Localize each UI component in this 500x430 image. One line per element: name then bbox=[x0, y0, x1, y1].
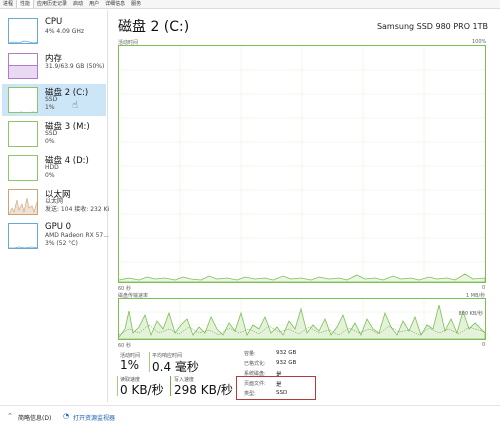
transfer-rate-graph-mid: 800 KB/秒 bbox=[458, 311, 483, 317]
sidebar-item-cpu[interactable]: CPU 4% 4.09 GHz bbox=[2, 15, 106, 47]
footer-bar: ⌃ 简略信息(D) ◔ 打开资源监视器 bbox=[0, 405, 500, 430]
avg-response-time-value: 0.4 毫秒 bbox=[152, 360, 199, 374]
tab-details[interactable]: 详细信息 bbox=[102, 0, 128, 8]
sidebar-item-throughput: 发送: 104 接收: 232 Ki bbox=[45, 206, 110, 213]
formatted-label: 已格式化: bbox=[244, 361, 266, 367]
ethernet-thumbnail-graph bbox=[8, 189, 38, 215]
tab-processes[interactable]: 进程 bbox=[0, 0, 16, 8]
transfer-rate-graph-duration: 60 秒 bbox=[118, 343, 131, 349]
sidebar-item-adapter: 以太网 bbox=[45, 198, 64, 205]
sidebar-item-model: AMD Radeon RX 57... bbox=[45, 232, 109, 239]
sidebar-item-disk-2[interactable]: 磁盘 2 (C:) SSD 1% ☝ bbox=[2, 84, 106, 116]
capacity-label: 容量: bbox=[244, 351, 256, 357]
sidebar-item-type: SSD bbox=[45, 96, 58, 103]
read-speed-value: 0 KB/秒 bbox=[120, 383, 164, 397]
sidebar-item-usage: 0% bbox=[45, 138, 55, 145]
sidebar-item-gpu-0[interactable]: GPU 0 AMD Radeon RX 57... 3% (52 °C) bbox=[2, 220, 109, 252]
highlight-annotation-box bbox=[236, 376, 316, 400]
sidebar-item-disk-4[interactable]: 磁盘 4 (D:) HDD 0% bbox=[2, 152, 106, 184]
sidebar-item-detail: 4% 4.09 GHz bbox=[45, 28, 85, 35]
open-resource-monitor-link[interactable]: 打开资源监视器 bbox=[73, 413, 115, 422]
disk-model-name: Samsung SSD 980 PRO 1TB bbox=[376, 22, 488, 31]
sidebar-item-type: HDD bbox=[45, 164, 59, 171]
sidebar-item-disk-3[interactable]: 磁盘 3 (M:) SSD 0% bbox=[2, 118, 106, 150]
memory-thumbnail-graph bbox=[8, 53, 38, 79]
transfer-rate-graph: 800 KB/秒 bbox=[118, 298, 486, 340]
sidebar-item-usage: 3% (52 °C) bbox=[45, 240, 78, 247]
sidebar-item-title: CPU bbox=[45, 17, 63, 27]
brief-info-button[interactable]: 简略信息(D) bbox=[18, 413, 51, 422]
active-time-graph-min: 0 bbox=[482, 285, 486, 291]
capacity-value: 932 GB bbox=[276, 350, 297, 356]
disk-thumbnail-graph bbox=[8, 121, 38, 147]
sidebar: CPU 4% 4.09 GHz 内存 31.9/63.9 GB (50%) 磁盘… bbox=[0, 10, 110, 402]
tab-app-history[interactable]: 应用历史记录 bbox=[34, 0, 70, 8]
sidebar-item-memory[interactable]: 内存 31.9/63.9 GB (50%) bbox=[2, 50, 106, 82]
active-time-graph-duration: 60 秒 bbox=[118, 286, 131, 292]
tab-startup[interactable]: 启动 bbox=[70, 0, 86, 8]
chevron-up-icon[interactable]: ⌃ bbox=[7, 412, 13, 420]
stat-divider bbox=[170, 376, 171, 396]
transfer-rate-graph-min: 0 bbox=[482, 342, 486, 348]
sidebar-item-type: SSD bbox=[45, 130, 58, 137]
stat-divider bbox=[117, 376, 118, 396]
tab-services[interactable]: 服务 bbox=[128, 0, 144, 8]
mouse-cursor-icon: ☝ bbox=[72, 100, 79, 111]
tab-users[interactable]: 用户 bbox=[86, 0, 102, 8]
active-time-graph bbox=[118, 45, 486, 283]
sidebar-item-usage: 0% bbox=[45, 172, 55, 179]
tab-performance[interactable]: 性能 bbox=[16, 0, 35, 8]
cpu-thumbnail-graph bbox=[8, 18, 38, 44]
write-speed-value: 298 KB/秒 bbox=[174, 383, 233, 397]
sidebar-item-detail: 31.9/63.9 GB (50%) bbox=[45, 63, 105, 70]
stat-divider bbox=[149, 352, 150, 372]
disk-thumbnail-graph bbox=[8, 87, 38, 113]
active-time-value: 1% bbox=[120, 358, 140, 372]
gpu-thumbnail-graph bbox=[8, 223, 38, 249]
resource-monitor-icon: ◔ bbox=[63, 412, 70, 420]
sidebar-item-ethernet[interactable]: 以太网 以太网 发送: 104 接收: 232 Ki bbox=[2, 186, 110, 218]
tab-bar: 进程 性能 应用历史记录 启动 用户 详细信息 服务 bbox=[0, 0, 500, 9]
formatted-value: 932 GB bbox=[276, 360, 297, 366]
sidebar-item-title: GPU 0 bbox=[45, 222, 72, 232]
page-title: 磁盘 2 (C:) bbox=[118, 19, 190, 35]
sidebar-item-usage: 1% bbox=[45, 104, 55, 111]
disk-thumbnail-graph bbox=[8, 155, 38, 181]
